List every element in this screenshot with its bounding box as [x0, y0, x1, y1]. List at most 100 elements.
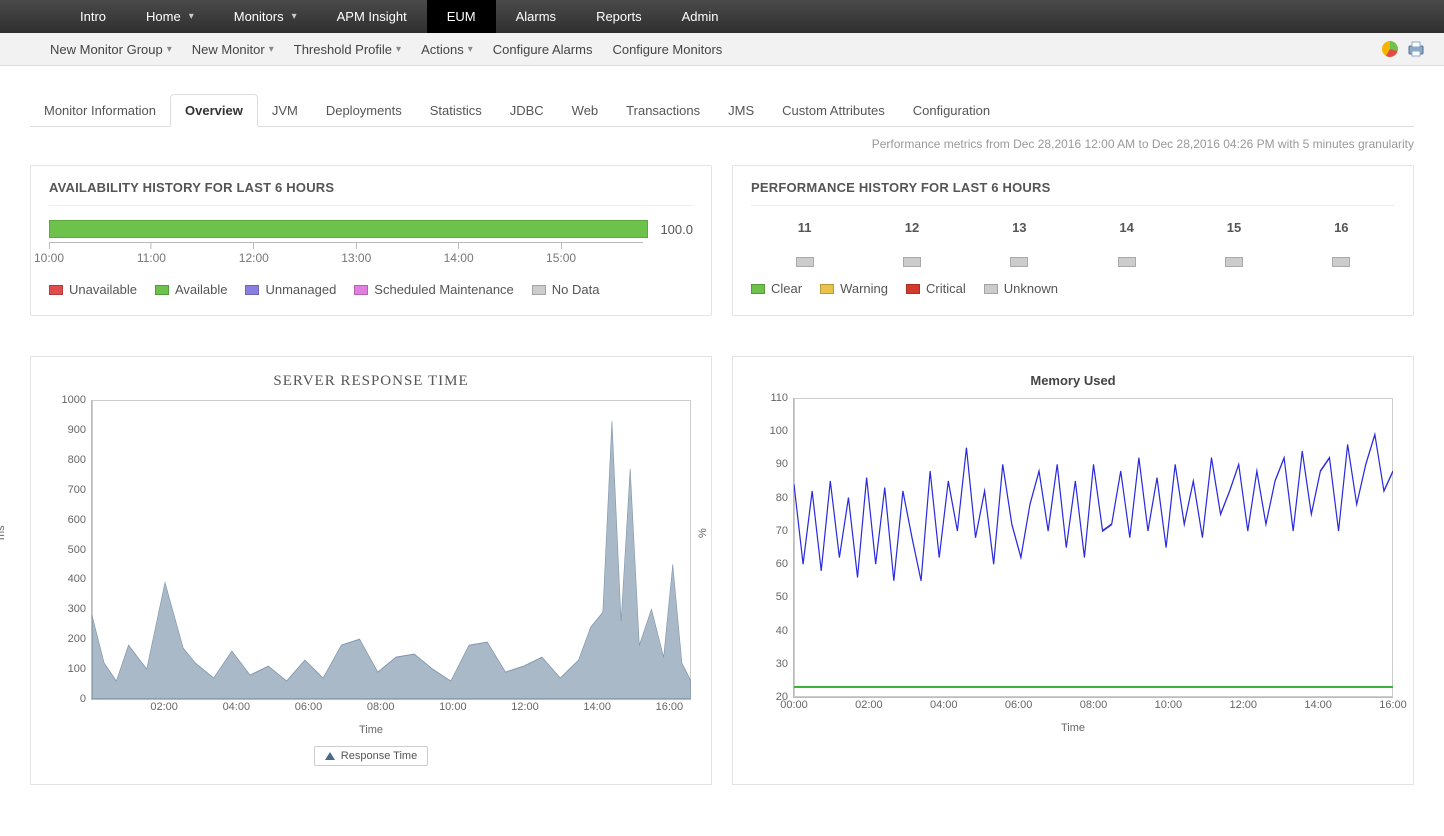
sub-nav: New Monitor Group▾New Monitor▾Threshold … [0, 33, 1444, 66]
chart-response-time: SERVER RESPONSE TIME ms 0100200300400500… [30, 356, 712, 785]
panel-performance: PERFORMANCE HISTORY FOR LAST 6 HOURS 111… [732, 165, 1414, 316]
availability-tick: 15:00 [546, 251, 576, 265]
ytick: 900 [46, 424, 86, 436]
xtick: 10:00 [439, 701, 467, 713]
legend-item: Scheduled Maintenance [354, 282, 514, 297]
legend-swatch [751, 284, 765, 294]
perf-status-box [1332, 257, 1350, 267]
legend-label-response: Response Time [341, 750, 417, 762]
perf-hour-col: 15 [1225, 220, 1243, 267]
chevron-down-icon: ▾ [396, 44, 401, 55]
nav-eum[interactable]: EUM [427, 0, 496, 33]
ytick: 1000 [46, 394, 86, 406]
ytick: 0 [46, 693, 86, 705]
availability-tick: 12:00 [239, 251, 269, 265]
panel-title-availability: AVAILABILITY HISTORY FOR LAST 6 HOURS [49, 180, 693, 206]
performance-legend: Clear Warning Critical Unknown [751, 281, 1395, 296]
ytick: 800 [46, 454, 86, 466]
legend-swatch [532, 285, 546, 295]
subnav-threshold-profile[interactable]: Threshold Profile▾ [284, 42, 411, 57]
pie-chart-icon[interactable] [1380, 39, 1400, 59]
nav-apm-insight[interactable]: APM Insight [317, 0, 427, 33]
nav-admin[interactable]: Admin [662, 0, 739, 33]
perf-hour-label: 13 [1010, 220, 1028, 235]
legend-swatch [906, 284, 920, 294]
top-nav: IntroHome▾Monitors▾APM InsightEUMAlarmsR… [0, 0, 1444, 33]
perf-status-box [796, 257, 814, 267]
xtick: 04:00 [223, 701, 251, 713]
perf-hour-col: 16 [1332, 220, 1350, 267]
chevron-down-icon: ▾ [292, 11, 297, 22]
tab-transactions[interactable]: Transactions [612, 95, 714, 126]
tab-jdbc[interactable]: JDBC [496, 95, 558, 126]
legend-swatch [354, 285, 368, 295]
availability-bar [49, 220, 648, 238]
legend-label: Clear [771, 281, 802, 296]
panel-availability: AVAILABILITY HISTORY FOR LAST 6 HOURS 10… [30, 165, 712, 316]
legend-item: Warning [820, 281, 888, 296]
xaxis-label-memory: Time [743, 722, 1403, 734]
ytick: 90 [748, 458, 788, 470]
yaxis-label-response: ms [0, 525, 7, 540]
subnav-new-monitor[interactable]: New Monitor▾ [182, 42, 284, 57]
panel-title-performance: PERFORMANCE HISTORY FOR LAST 6 HOURS [751, 180, 1395, 206]
legend-swatch [820, 284, 834, 294]
availability-tick: 11:00 [137, 251, 166, 265]
nav-reports[interactable]: Reports [576, 0, 662, 33]
xtick: 14:00 [1304, 699, 1332, 711]
tab-custom-attributes[interactable]: Custom Attributes [768, 95, 899, 126]
tab-jms[interactable]: JMS [714, 95, 768, 126]
print-icon[interactable] [1406, 39, 1426, 59]
tab-deployments[interactable]: Deployments [312, 95, 416, 126]
nav-alarms[interactable]: Alarms [496, 0, 576, 33]
ytick: 80 [748, 492, 788, 504]
perf-hour-label: 12 [903, 220, 921, 235]
ytick: 600 [46, 514, 86, 526]
tab-overview[interactable]: Overview [170, 94, 258, 127]
xtick: 04:00 [930, 699, 958, 711]
legend-label: No Data [552, 282, 600, 297]
tab-web[interactable]: Web [558, 95, 613, 126]
ytick: 100 [46, 663, 86, 675]
nav-intro[interactable]: Intro [60, 0, 126, 33]
legend-label: Warning [840, 281, 888, 296]
performance-columns: 111213141516 [751, 220, 1395, 267]
xtick: 00:00 [780, 699, 808, 711]
legend-item: Unknown [984, 281, 1058, 296]
perf-hour-col: 12 [903, 220, 921, 267]
chevron-down-icon: ▾ [189, 11, 194, 22]
availability-tick: 14:00 [444, 251, 474, 265]
perf-status-box [1118, 257, 1136, 267]
ytick: 400 [46, 573, 86, 585]
chart-legend-response: Response Time [41, 746, 701, 766]
plot-memory-used: 2030405060708090100110 00:0002:0004:0006… [793, 398, 1393, 698]
yaxis-label-memory: % [697, 528, 709, 538]
xtick: 08:00 [1080, 699, 1108, 711]
legend-label: Scheduled Maintenance [374, 282, 514, 297]
ytick: 200 [46, 633, 86, 645]
ytick: 100 [748, 425, 788, 437]
nav-home[interactable]: Home▾ [126, 0, 214, 33]
nav-monitors[interactable]: Monitors▾ [214, 0, 317, 33]
perf-status-box [903, 257, 921, 267]
perf-status-box [1225, 257, 1243, 267]
xtick: 06:00 [1005, 699, 1033, 711]
legend-item: Available [155, 282, 228, 297]
subnav-configure-monitors[interactable]: Configure Monitors [602, 42, 732, 57]
tab-monitor-information[interactable]: Monitor Information [30, 95, 170, 126]
xtick: 02:00 [150, 701, 178, 713]
tab-jvm[interactable]: JVM [258, 95, 312, 126]
tab-statistics[interactable]: Statistics [416, 95, 496, 126]
availability-legend: UnavailableAvailableUnmanagedScheduled M… [49, 282, 693, 297]
subnav-actions[interactable]: Actions▾ [411, 42, 483, 57]
ytick: 60 [748, 558, 788, 570]
legend-item: Critical [906, 281, 966, 296]
perf-hour-label: 16 [1332, 220, 1350, 235]
legend-swatch [984, 284, 998, 294]
tab-configuration[interactable]: Configuration [899, 95, 1004, 126]
tab-bar: Monitor InformationOverviewJVMDeployment… [30, 94, 1414, 127]
ytick: 40 [748, 625, 788, 637]
subnav-configure-alarms[interactable]: Configure Alarms [483, 42, 603, 57]
subnav-new-monitor-group[interactable]: New Monitor Group▾ [40, 42, 182, 57]
legend-label: Unknown [1004, 281, 1058, 296]
